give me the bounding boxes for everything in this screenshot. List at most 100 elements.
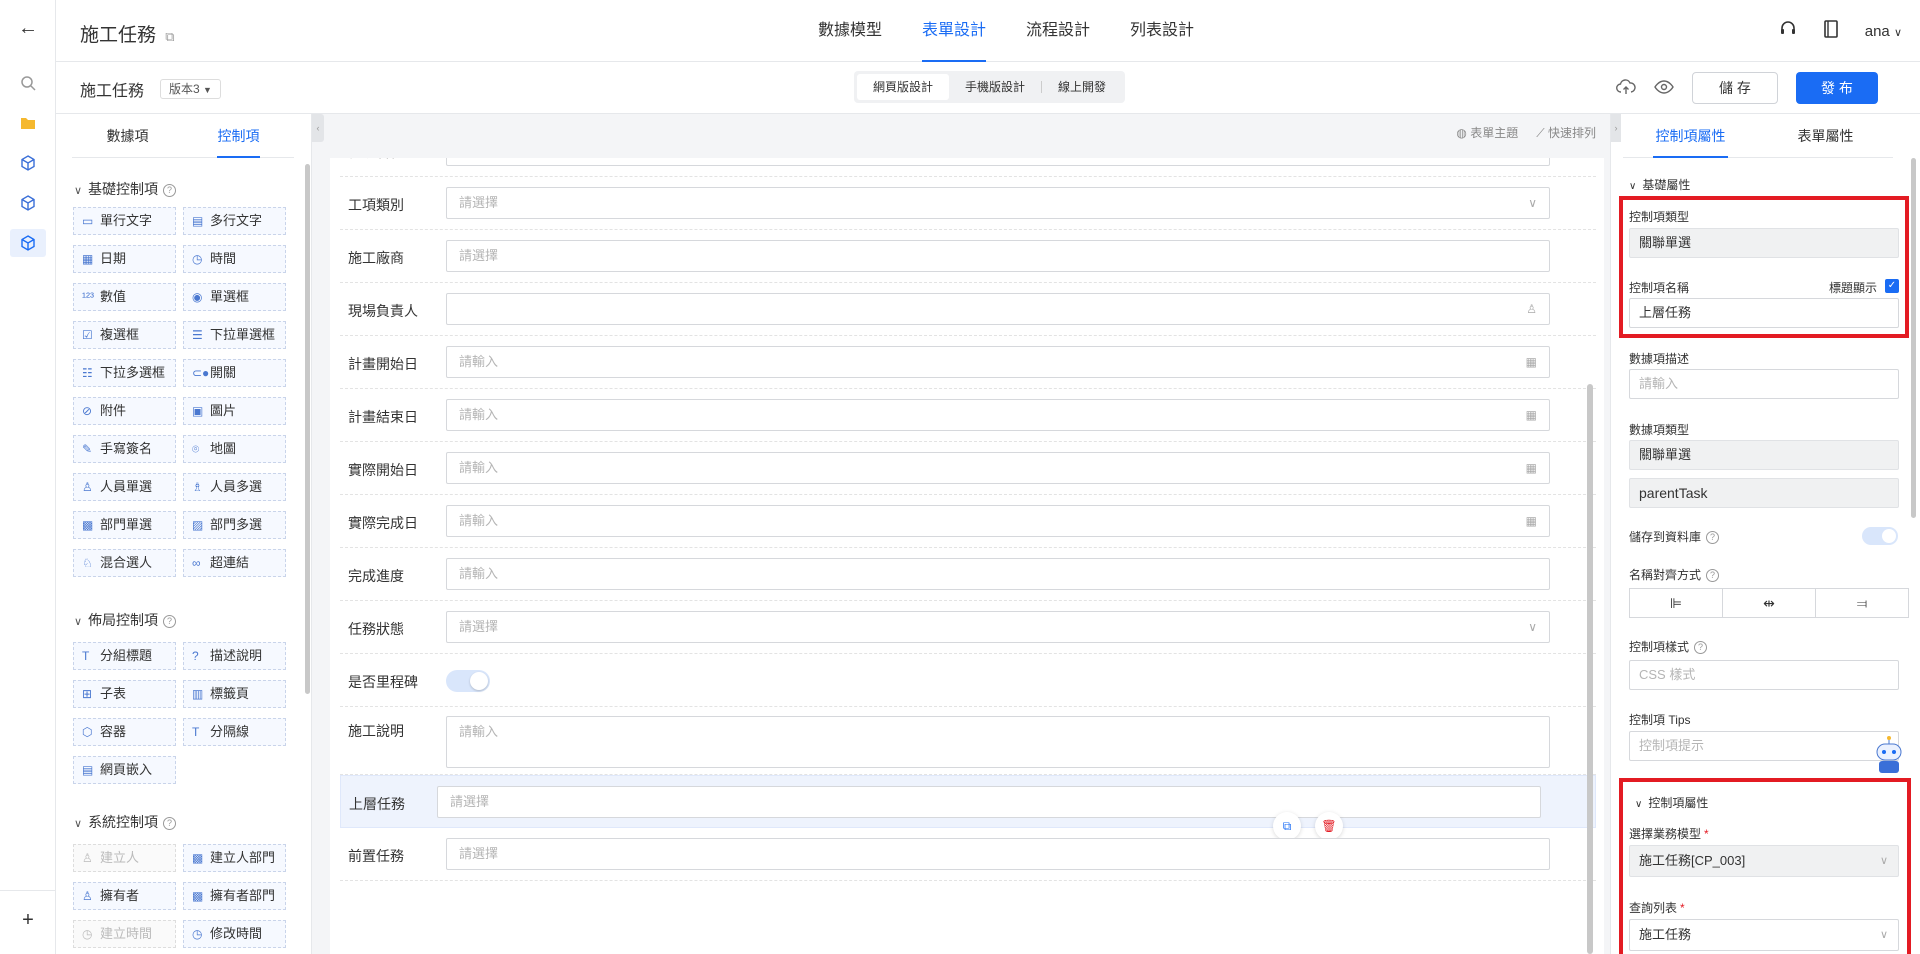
properties-scrollbar[interactable] [1911,158,1916,518]
robot-assistant-icon[interactable] [1867,734,1911,778]
group-layout-controls[interactable]: ∨ 佈局控制項? [74,610,177,630]
palette-control-item[interactable]: ♙ 擁有者 [73,882,176,910]
help-icon[interactable]: ? [163,615,177,628]
form-field-input[interactable]: 請輸入 ▦ [446,399,1550,431]
collapse-left-handle[interactable]: ‹ [312,114,324,142]
save-button[interactable]: 儲 存 [1692,72,1778,104]
palette-control-item[interactable]: ▦ 日期 [73,245,176,273]
form-field-input[interactable]: 請選擇 [437,786,1541,818]
palette-control-item[interactable]: ⊞ 子表 [73,680,176,708]
search-icon[interactable] [18,73,38,93]
cloud-upload-icon[interactable] [1616,78,1636,98]
form-field-input[interactable]: 請輸入 ▦ [446,346,1550,378]
data-desc-input[interactable]: 請輸入 [1629,369,1899,399]
mode-mobile-design[interactable]: 手機版設計 [949,74,1041,100]
cube-icon[interactable] [18,153,38,173]
folder-icon[interactable] [18,113,38,133]
form-field-row[interactable]: 完成進度 請輸入 [340,548,1596,601]
version-select[interactable]: 版本3 ▼ [160,79,221,99]
palette-control-item[interactable]: ▥ 標籤頁 [183,680,286,708]
form-field-input[interactable]: 請輸入 [446,558,1550,590]
form-field-row[interactable]: 工項類別 請選擇 ∨ [340,177,1596,230]
align-left-icon[interactable]: ⊫ [1630,589,1723,617]
form-field-input[interactable]: 請輸入 [446,716,1550,768]
palette-control-item[interactable]: ♙ 建立人 [73,844,176,872]
form-field-row[interactable]: 施工說明 請輸入 [340,707,1596,775]
tab-form-design[interactable]: 表單設計 [902,0,1006,62]
form-field-row[interactable]: 上層任務 請選擇 ⧉ 🗑 [340,775,1596,840]
palette-control-item[interactable]: ▩ 擁有者部門 [183,882,286,910]
tab-data-model[interactable]: 數據模型 [798,0,902,62]
palette-control-item[interactable]: ♘ 混合選人 [73,549,176,577]
form-field-row[interactable]: 任務名稱 請輸入 [340,158,1596,177]
palette-control-item[interactable]: ⊘ 附件 [73,397,176,425]
css-style-input[interactable]: CSS 樣式 [1629,660,1899,690]
form-field-row[interactable]: 任務狀態 請選擇 ∨ [340,601,1596,654]
palette-control-item[interactable]: ⬡ 容器 [73,718,176,746]
form-field-row[interactable]: 前置任務 請選擇 [340,828,1596,881]
control-properties-section[interactable]: ∨ 控制項屬性 [1635,794,1708,811]
palette-control-item[interactable]: ☷ 下拉多選框 [73,359,176,387]
tab-list-design[interactable]: 列表設計 [1110,0,1214,62]
palette-control-item[interactable]: ∞ 超連結 [183,549,286,577]
mode-web-design[interactable]: 網頁版設計 [857,74,950,100]
form-field-input[interactable]: 請選擇 ∨ [446,187,1550,219]
palette-control-item[interactable]: ☰ 下拉單選框 [183,321,286,349]
palette-control-item[interactable]: ☑ 複選框 [73,321,176,349]
collapse-right-handle[interactable]: › [1611,114,1621,142]
palette-control-item[interactable]: ▭ 單行文字 [73,207,176,235]
palette-scrollbar[interactable] [305,164,310,694]
basic-properties-section[interactable]: ∨ 基礎屬性 [1629,176,1690,193]
form-field-input[interactable]: 請選擇 ∨ [446,611,1550,643]
palette-control-item[interactable]: T 分隔線 [183,718,286,746]
help-icon[interactable]: ? [1706,569,1720,582]
palette-control-item[interactable]: ¹²³ 數值 [73,283,176,311]
preview-eye-icon[interactable] [1654,79,1674,97]
plus-icon[interactable]: + [18,909,38,931]
help-icon[interactable]: ? [163,184,177,197]
user-menu[interactable]: ana ∨ [1865,23,1902,40]
palette-control-item[interactable]: ◷ 修改時間 [183,920,286,948]
form-field-input[interactable]: 請輸入 [446,158,1550,166]
milestone-toggle[interactable] [446,670,490,692]
tips-input[interactable]: 控制項提示 [1629,731,1899,761]
form-field-row[interactable]: 實際開始日 請輸入 ▦ [340,442,1596,495]
form-field-row[interactable]: 計畫結束日 請輸入 ▦ [340,389,1596,442]
cube-icon[interactable] [18,193,38,213]
form-field-input[interactable]: ♙ [446,293,1550,325]
align-right-icon[interactable]: ⫤ [1816,589,1908,617]
form-field-row[interactable]: 計畫開始日 請輸入 ▦ [340,336,1596,389]
tab-data-items[interactable]: 數據項 [72,114,183,157]
palette-control-item[interactable]: ▨ 部門多選 [183,511,286,539]
form-field-input[interactable]: 請輸入 ▦ [446,505,1550,537]
help-icon[interactable]: ? [1706,531,1720,544]
form-field-row[interactable]: 施工廠商 請選擇 [340,230,1596,283]
palette-control-item[interactable]: ▩ 部門單選 [73,511,176,539]
publish-button[interactable]: 發 布 [1796,72,1878,104]
tab-controls[interactable]: 控制項 [183,114,294,158]
canvas-scrollbar[interactable] [1587,384,1593,954]
palette-control-item[interactable]: ◷ 時間 [183,245,286,273]
mode-online-dev[interactable]: 線上開發 [1042,74,1122,100]
group-system-controls[interactable]: ∨ 系統控制項? [74,812,177,832]
palette-control-item[interactable]: ▤ 網頁嵌入 [73,756,176,784]
form-field-row[interactable]: 實際完成日 請輸入 ▦ [340,495,1596,548]
form-field-input[interactable]: 請選擇 [446,838,1550,870]
cube-icon[interactable] [10,229,46,257]
palette-control-item[interactable]: ▩ 建立人部門 [183,844,286,872]
align-center-icon[interactable]: ⇹ [1723,589,1816,617]
help-icon[interactable]: ? [163,817,177,830]
external-link-icon[interactable]: ⧉ [165,29,174,44]
group-basic-controls[interactable]: ∨ 基礎控制項? [74,179,177,199]
theme-tool[interactable]: ◍ 表單主題 [1456,124,1518,141]
save-to-db-toggle[interactable] [1862,527,1898,545]
palette-control-item[interactable]: ⊂● 開關 [183,359,286,387]
business-model-select[interactable]: 施工任務[CP_003] ∨ [1629,845,1899,877]
book-icon[interactable] [1823,20,1839,42]
palette-control-item[interactable]: ? 描述說明 [183,642,286,670]
help-icon[interactable]: ? [1694,641,1708,654]
palette-control-item[interactable]: ✎ 手寫簽名 [73,435,176,463]
form-field-input[interactable]: 請輸入 ▦ [446,452,1550,484]
back-arrow-icon[interactable]: ← [18,17,38,39]
palette-control-item[interactable]: ▤ 多行文字 [183,207,286,235]
